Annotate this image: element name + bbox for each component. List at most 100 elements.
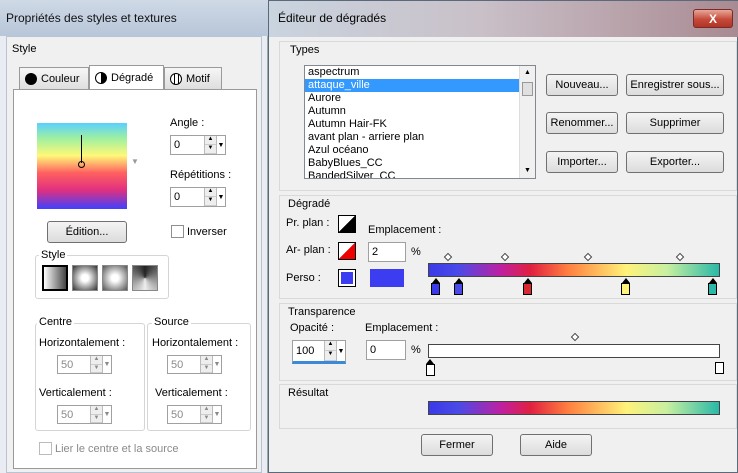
preset-list[interactable]: aspectrum attaque_ville Aurore Autumn Autumn… (304, 65, 536, 179)
gradient-bar[interactable] (428, 263, 720, 277)
angle-spinner[interactable]: 0 ▲ ▼ ▼ (170, 135, 226, 155)
bg-window-title: Propriétés des styles et textures (6, 11, 177, 25)
opacity-spinner[interactable]: 100 ▲ ▼ ▼ (292, 340, 346, 364)
source-horizontal-spinner[interactable]: 50 ▲ ▼ ▼ (167, 355, 222, 374)
edit-gradient-button[interactable]: Édition... (47, 221, 127, 243)
transparency-label: Transparence (288, 306, 356, 318)
source-h-dropdown-icon[interactable]: ▼ (212, 356, 221, 373)
scroll-up-icon[interactable]: ▲ (520, 66, 535, 80)
solid-circle-icon (25, 72, 37, 85)
preset-list-item[interactable]: attaque_ville (305, 79, 535, 92)
gradient-label: Dégradé (288, 198, 331, 210)
tab-degrade[interactable]: Dégradé (89, 65, 164, 89)
color-stop-marker[interactable] (431, 283, 440, 295)
preset-scrollbar[interactable]: ▲ ▼ (519, 66, 535, 178)
centre-vertical-label: Verticalement : (39, 387, 112, 399)
dialog-titlebar: Éditeur de dégradés X (269, 1, 738, 37)
transparency-stop-end[interactable] (715, 362, 724, 374)
color-stop-marker[interactable] (454, 283, 463, 295)
new-button[interactable]: Nouveau... (546, 74, 618, 96)
tab-motif[interactable]: Motif (164, 67, 222, 89)
color-stop-marker[interactable] (523, 283, 532, 295)
export-button[interactable]: Exporter... (626, 151, 724, 173)
preset-list-item[interactable]: BandedSilver_CC (305, 170, 535, 178)
opacity-spin-buttons[interactable]: ▲ ▼ (324, 341, 336, 361)
angle-dropdown-icon[interactable]: ▼ (216, 136, 225, 154)
delete-button[interactable]: Supprimer (626, 112, 724, 134)
source-label: Source (152, 316, 191, 328)
custom-swatch[interactable] (338, 269, 356, 287)
centre-v-value: 50 (61, 408, 74, 421)
repetitions-spin-buttons[interactable]: ▲ ▼ (204, 188, 216, 206)
source-h-spin-buttons[interactable]: ▲ ▼ (200, 356, 212, 373)
preset-list-item[interactable]: Autumn Hair-FK (305, 118, 535, 131)
import-button[interactable]: Importer... (546, 151, 618, 173)
rename-button[interactable]: Renommer... (546, 112, 618, 134)
invert-checkbox[interactable] (171, 225, 184, 238)
source-v-dropdown-icon[interactable]: ▼ (212, 406, 221, 423)
centre-h-dropdown-icon[interactable]: ▼ (102, 356, 111, 373)
preset-list-item[interactable]: aspectrum (305, 66, 535, 79)
save-as-button[interactable]: Enregistrer sous... (626, 74, 724, 96)
opacity-value: 100 (296, 345, 315, 357)
centre-h-spin-buttons[interactable]: ▲ ▼ (90, 356, 102, 373)
dialog-title: Éditeur de dégradés (278, 11, 387, 25)
preset-list-item[interactable]: Azul océano (305, 144, 535, 157)
link-centre-source-row[interactable]: Lier le centre et la source (39, 442, 179, 455)
source-vertical-spinner[interactable]: 50 ▲ ▼ ▼ (167, 405, 222, 424)
rectangular-style-button[interactable] (72, 265, 98, 291)
preset-list-item[interactable]: BabyBlues_CC (305, 157, 535, 170)
link-checkbox[interactable] (39, 442, 52, 455)
angle-label: Angle : (170, 117, 205, 129)
midpoint-marker[interactable] (675, 252, 685, 262)
opacity-dropdown-icon[interactable]: ▼ (336, 341, 345, 361)
t-location-input[interactable]: 0 (366, 340, 406, 360)
tab-couleur[interactable]: Couleur (19, 67, 89, 89)
preset-list-item[interactable]: avant plan - arriere plan (305, 131, 535, 144)
centre-vertical-spinner[interactable]: 50 ▲ ▼ ▼ (57, 405, 112, 424)
close-button[interactable]: X (693, 9, 733, 28)
gradient-center-handle[interactable] (78, 161, 85, 168)
tab-couleur-label: Couleur (41, 72, 80, 85)
invert-checkbox-row[interactable]: Inverser (171, 225, 227, 238)
midpoint-marker[interactable] (583, 252, 593, 262)
scroll-thumb[interactable] (522, 82, 533, 96)
gradient-preview[interactable] (37, 123, 127, 209)
centre-v-spin-buttons[interactable]: ▲ ▼ (90, 406, 102, 423)
fg-swatch[interactable] (338, 215, 356, 233)
transparency-section: Transparence Opacité : 100 ▲ ▼ ▼ Emplacem… (279, 303, 737, 381)
custom-color-preview[interactable] (370, 269, 404, 287)
custom-label: Perso : (286, 272, 321, 284)
style-section-label: Style (12, 43, 37, 55)
linear-style-button[interactable] (42, 265, 68, 291)
repetitions-spinner[interactable]: 0 ▲ ▼ ▼ (170, 187, 226, 207)
source-h-value: 50 (171, 358, 184, 371)
source-horizontal-label: Horizontalement : (152, 337, 239, 349)
radial-style-button[interactable] (132, 265, 158, 291)
bg-swatch[interactable] (338, 242, 356, 260)
tab-motif-label: Motif (186, 72, 210, 85)
transparency-stop-start[interactable] (426, 364, 435, 376)
source-v-spin-buttons[interactable]: ▲ ▼ (200, 406, 212, 423)
scroll-down-icon[interactable]: ▼ (520, 164, 535, 178)
preset-list-item[interactable]: Autumn (305, 105, 535, 118)
style-group-label: Style (39, 249, 68, 261)
color-stop-marker[interactable] (621, 283, 630, 295)
midpoint-marker[interactable] (500, 252, 510, 262)
centre-v-dropdown-icon[interactable]: ▼ (102, 406, 111, 423)
repetitions-dropdown-icon[interactable]: ▼ (216, 188, 225, 206)
bg-window-body: Style Couleur Dégradé Motif ▼ Angle : 0 … (6, 36, 262, 473)
transparency-midpoint-marker[interactable] (570, 332, 580, 342)
location-input[interactable]: 2 (368, 242, 406, 262)
centre-horizontal-spinner[interactable]: 50 ▲ ▼ ▼ (57, 355, 112, 374)
help-button[interactable]: Aide (520, 434, 592, 456)
preset-list-item[interactable]: Aurore (305, 92, 535, 105)
close-dialog-button[interactable]: Fermer (421, 434, 493, 456)
transparency-bar[interactable] (428, 344, 720, 358)
sunburst-style-button[interactable] (102, 265, 128, 291)
color-stop-marker[interactable] (708, 283, 717, 295)
preview-dropdown-arrow-icon[interactable]: ▼ (131, 157, 139, 166)
angle-spin-buttons[interactable]: ▲ ▼ (204, 136, 216, 154)
preset-items: aspectrum attaque_ville Aurore Autumn Autumn… (305, 66, 535, 178)
midpoint-marker[interactable] (443, 252, 453, 262)
